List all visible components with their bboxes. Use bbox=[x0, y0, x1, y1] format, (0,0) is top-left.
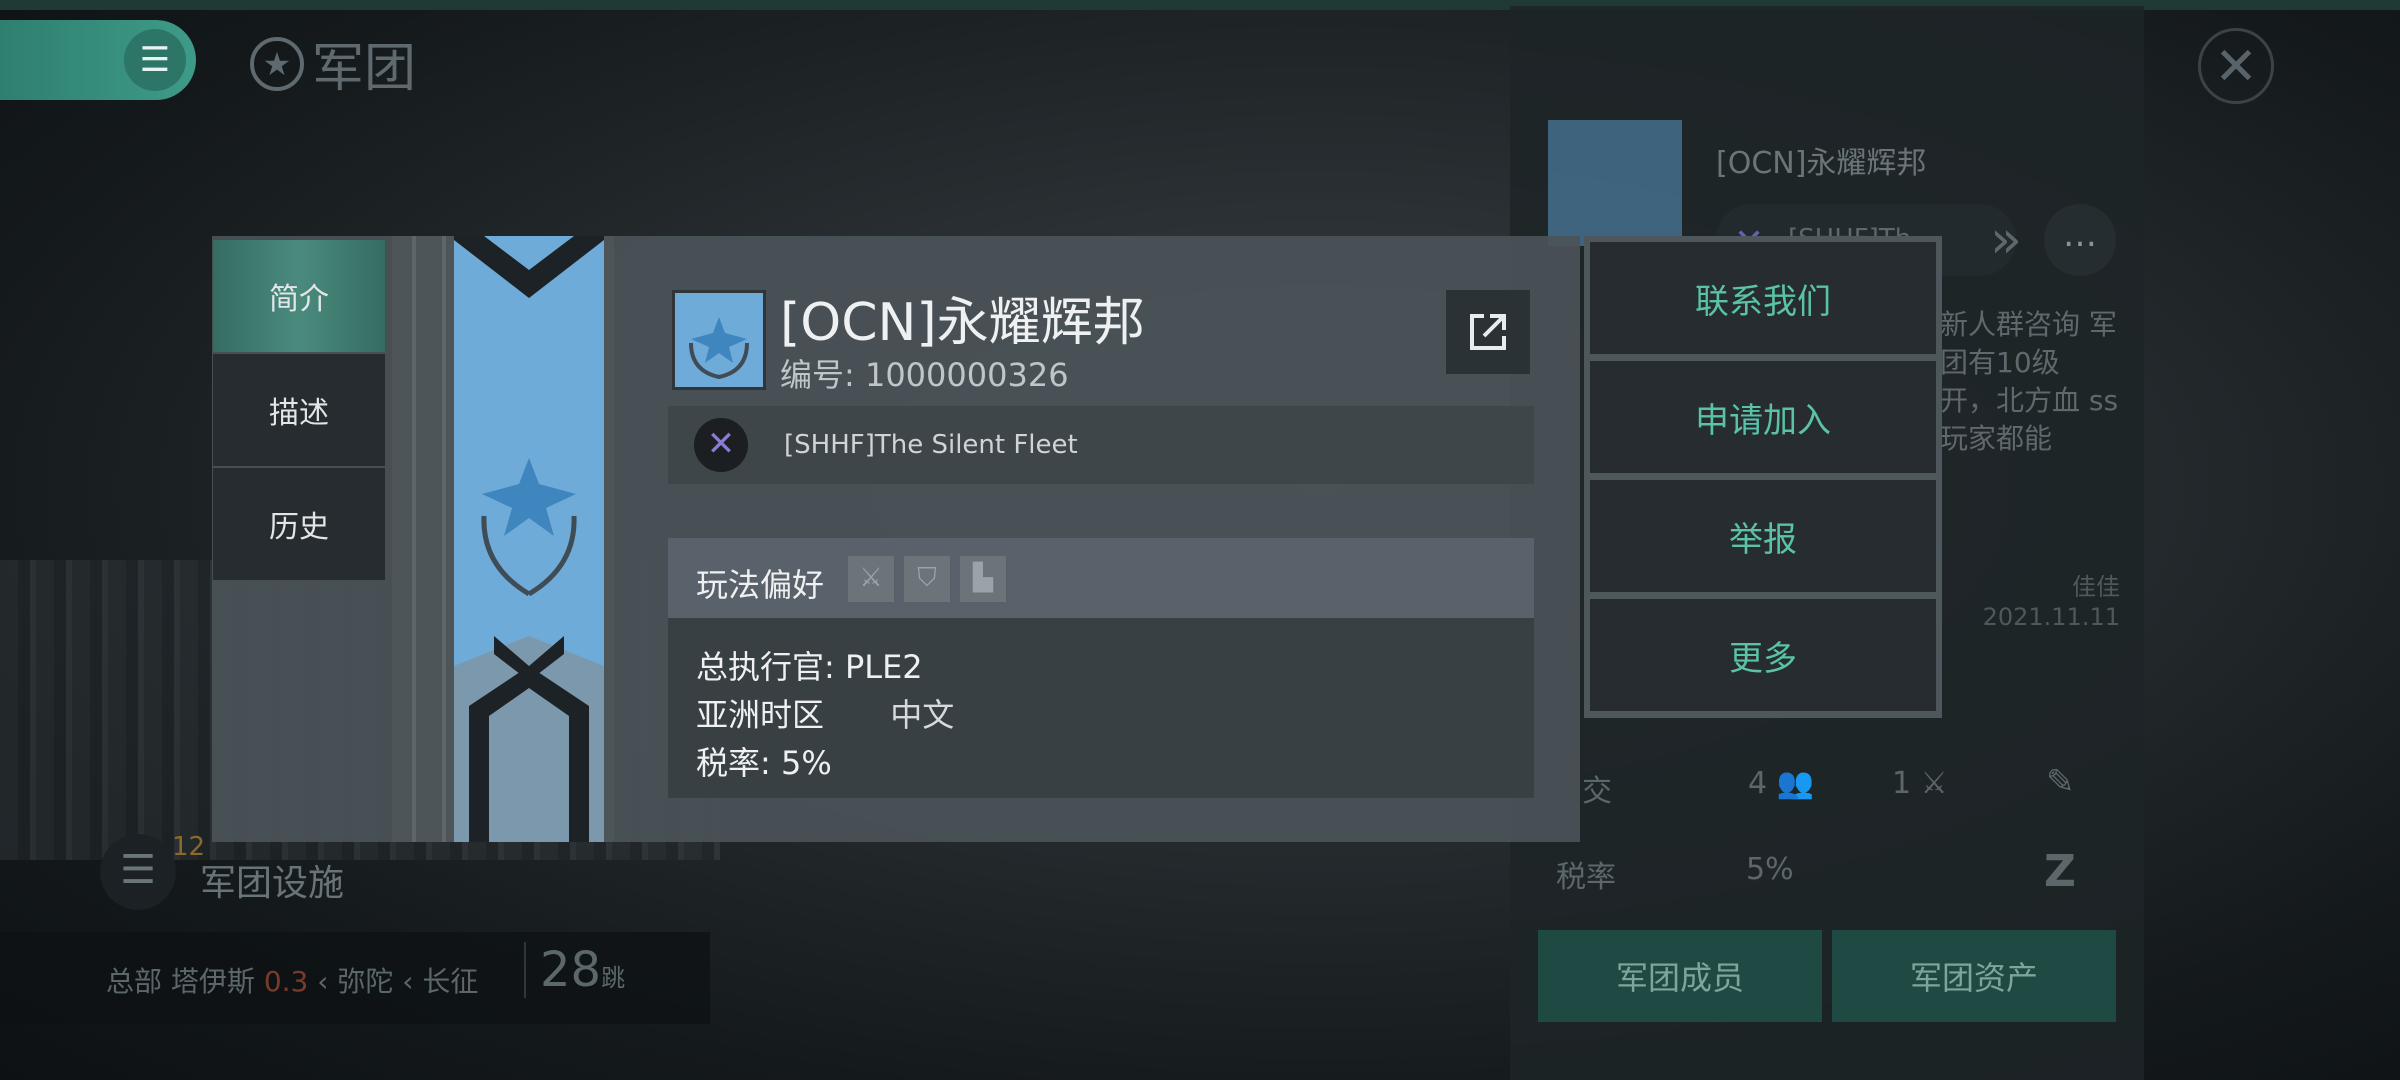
tab-description[interactable]: 描述 bbox=[213, 354, 385, 466]
facilities-icon[interactable]: ☰ bbox=[100, 834, 176, 910]
wars-count: 1 bbox=[1892, 766, 1912, 801]
alliance-logo-icon: ✕ bbox=[694, 418, 748, 472]
ceo-line: 总执行官: PLE2 bbox=[696, 648, 923, 686]
page-title: ★ 军团 bbox=[250, 26, 416, 101]
chevron-left-icon: ‹ bbox=[402, 965, 423, 998]
panel-tax-label: 税率 bbox=[1556, 860, 1616, 895]
panel-tax-value: 5% bbox=[1746, 852, 1794, 887]
more-options-button[interactable]: … bbox=[2044, 204, 2116, 276]
route-text: 总部 塔伊斯 0.3 ‹ 弥陀 ‹ 长征 bbox=[106, 965, 479, 998]
alliance-name: [SHHF]The Silent Fleet bbox=[784, 430, 1078, 460]
language: 中文 bbox=[890, 696, 955, 734]
jump-count: 28跳 bbox=[524, 942, 625, 998]
panel-description: 新人群咨询 军团有10级 开，北方血 ss 玩家都能 bbox=[1940, 308, 2119, 455]
alliance-row[interactable]: ✕ [SHHF]The Silent Fleet bbox=[668, 406, 1534, 484]
edit-icon[interactable]: ✎ bbox=[2046, 762, 2088, 804]
waypoint-2: 长征 bbox=[422, 965, 479, 998]
facilities-label[interactable]: 军团设施 bbox=[200, 854, 344, 906]
guild-name: [OCN]永耀辉邦 bbox=[780, 293, 1145, 353]
tax-line: 税率: 5% bbox=[696, 744, 832, 782]
preferences-label: 玩法偏好 bbox=[696, 566, 825, 604]
industry-factory-icon[interactable]: ▙ bbox=[960, 556, 1006, 602]
guild-id: 编号: 1000000326 bbox=[780, 356, 1069, 394]
more-button[interactable]: 更多 bbox=[1590, 599, 1936, 711]
guild-emblem bbox=[672, 290, 766, 390]
menu-icon: ☰ bbox=[124, 29, 186, 91]
panel-guild-name: [OCN]永耀辉邦 bbox=[1716, 146, 1927, 181]
close-icon: ✕ bbox=[2214, 37, 2258, 97]
external-link-icon bbox=[1470, 314, 1506, 350]
chevron-right-icon: » bbox=[1990, 210, 2022, 270]
chevron-left-icon: ‹ bbox=[317, 965, 338, 998]
timezone: 亚洲时区 bbox=[696, 696, 825, 734]
close-button[interactable]: ✕ bbox=[2198, 28, 2274, 104]
contact-us-button[interactable]: 联系我们 bbox=[1590, 242, 1936, 354]
eagle-crest-icon bbox=[481, 515, 577, 597]
members-stat: 4 👥 bbox=[1748, 766, 1814, 801]
members-button[interactable]: 军团成员 bbox=[1538, 930, 1822, 1022]
eagle-emblem-icon bbox=[689, 317, 749, 380]
star-icon: ★ bbox=[250, 36, 304, 91]
guild-info-block: 总执行官: PLE2 亚洲时区 中文 税率: 5% bbox=[668, 618, 1534, 798]
assets-button[interactable]: 军团资产 bbox=[1832, 930, 2116, 1022]
report-button[interactable]: 举报 bbox=[1590, 480, 1936, 592]
play-preferences: 玩法偏好 ⚔ ⛉ ▙ bbox=[668, 538, 1534, 618]
apply-join-button[interactable]: 申请加入 bbox=[1590, 361, 1936, 473]
members-count: 4 bbox=[1748, 766, 1768, 801]
tab-history[interactable]: 历史 bbox=[213, 468, 385, 580]
guild-emblem-small bbox=[1548, 120, 1682, 246]
security-status: 0.3 bbox=[263, 965, 309, 998]
tab-intro[interactable]: 简介 bbox=[213, 240, 385, 352]
tax-settings-icon[interactable]: Z bbox=[2044, 846, 2076, 897]
wars-stat: 1 ⚔ bbox=[1892, 766, 1948, 801]
timezone-line: 亚洲时区 中文 bbox=[696, 690, 954, 736]
people-icon: 👥 bbox=[1776, 766, 1814, 801]
page-title-text: 军团 bbox=[312, 39, 417, 99]
waypoint-1: 弥陀 bbox=[337, 965, 394, 998]
swords-icon: ⚔ bbox=[1920, 766, 1948, 801]
guild-banner bbox=[454, 236, 604, 842]
pvp-swords-icon[interactable]: ⚔ bbox=[848, 556, 894, 602]
diplomacy-label: 交 bbox=[1582, 774, 1612, 809]
menu-button[interactable]: ☰ bbox=[0, 20, 196, 100]
banner-art bbox=[454, 236, 604, 842]
shield-icon[interactable]: ⛉ bbox=[904, 556, 950, 602]
share-button[interactable] bbox=[1446, 290, 1530, 374]
route-bar[interactable]: 总部 塔伊斯 0.3 ‹ 弥陀 ‹ 长征 28跳 bbox=[0, 932, 710, 1024]
